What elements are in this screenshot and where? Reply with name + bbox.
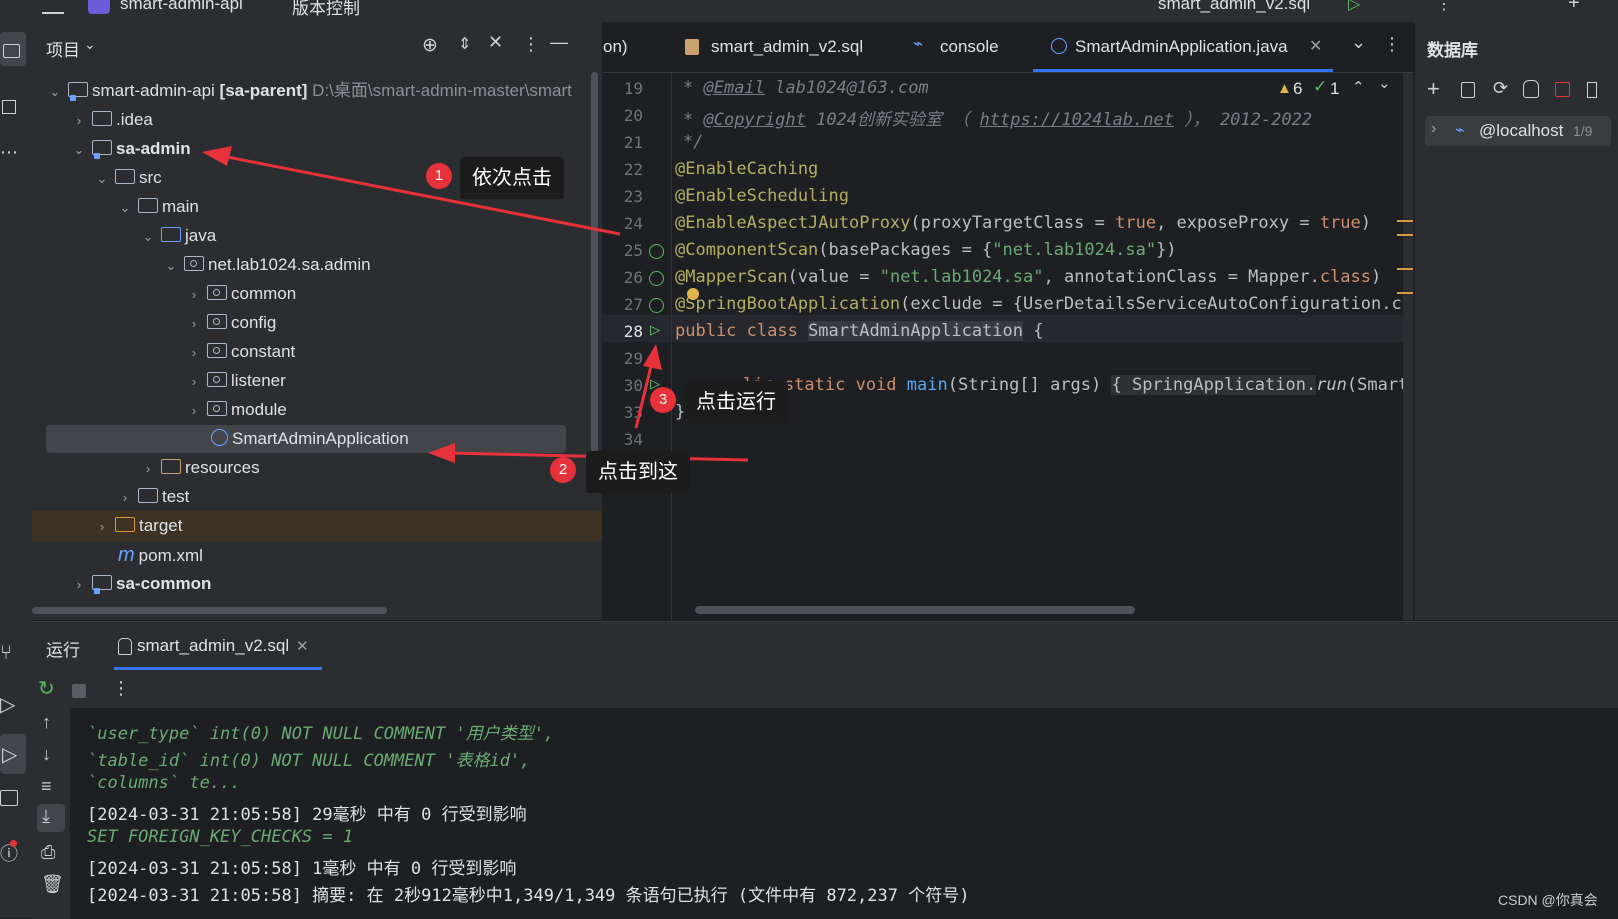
callout-badge-3: 3: [650, 387, 676, 413]
arrow-2-head: [428, 443, 455, 463]
callout-badge-1: 1: [426, 163, 452, 189]
annotation-arrows: [202, 146, 749, 463]
callout-label-2: 点击到这: [586, 451, 690, 493]
callout-label-1: 依次点击: [460, 157, 564, 199]
callout-label-3: 点击运行: [684, 381, 788, 423]
arrow-3-line: [634, 361, 654, 429]
arrow-3-head: [643, 344, 662, 370]
watermark: CSDN @你真会: [1498, 892, 1598, 908]
callout-badge-2: 2: [550, 457, 576, 483]
arrow-1-head: [202, 146, 232, 166]
